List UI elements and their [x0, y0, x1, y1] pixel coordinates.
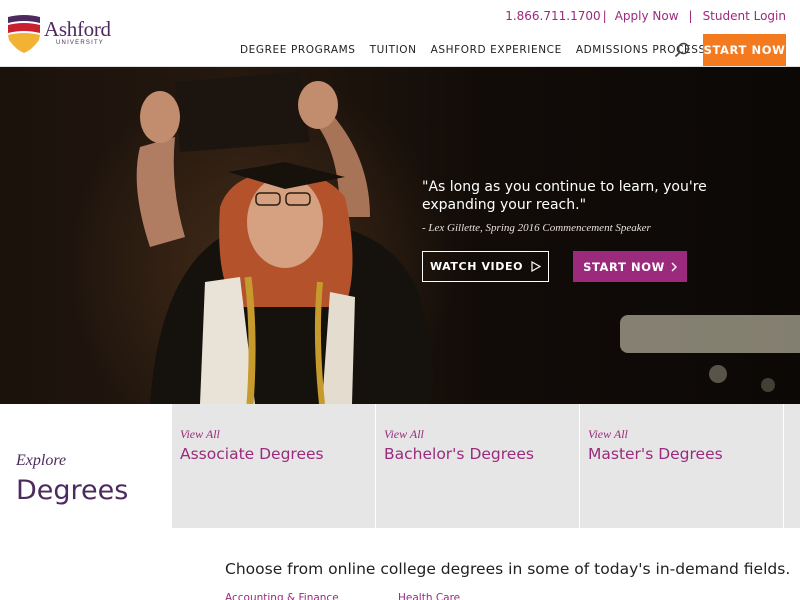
- card-title[interactable]: Associate Degrees: [180, 445, 324, 463]
- explore-label: Explore: [16, 452, 67, 469]
- view-all-link[interactable]: View All: [588, 427, 628, 442]
- card-title[interactable]: Master's Degrees: [588, 445, 723, 463]
- degrees-heading: Degrees: [16, 475, 129, 506]
- masters-degrees-card[interactable]: View All Master's Degrees: [580, 404, 784, 528]
- watch-video-label: WATCH VIDEO: [429, 260, 524, 273]
- associate-degrees-card[interactable]: View All Associate Degrees: [172, 404, 376, 528]
- hero-photo: [136, 72, 800, 404]
- bachelors-degrees-card[interactable]: View All Bachelor's Degrees: [376, 404, 580, 528]
- apply-now-link[interactable]: Apply Now: [615, 9, 679, 23]
- nav-degree-programs[interactable]: DEGREE PROGRAMS: [240, 44, 356, 56]
- field-link-accounting-finance[interactable]: Accounting & Finance: [225, 592, 339, 600]
- view-all-link[interactable]: View All: [180, 427, 220, 442]
- search-icon[interactable]: [674, 42, 690, 58]
- ashford-logo[interactable]: Ashford UNIVERSITY: [6, 14, 118, 54]
- hero-quote: "As long as you continue to learn, you'r…: [422, 179, 707, 213]
- next-card-peek: [784, 404, 800, 528]
- phone-link[interactable]: 1.866.711.1700: [505, 9, 600, 23]
- fields-intro: Choose from online college degrees in so…: [225, 560, 791, 578]
- card-title[interactable]: Bachelor's Degrees: [384, 445, 534, 463]
- divider: |: [602, 9, 607, 23]
- student-login-link[interactable]: Student Login: [703, 9, 786, 23]
- utility-links: 1.866.711.1700 | Apply Now | Student Log…: [505, 9, 786, 23]
- field-link-health-care[interactable]: Health Care: [398, 592, 460, 600]
- view-all-link[interactable]: View All: [384, 427, 424, 442]
- logo-wordmark: Ashford: [44, 17, 111, 41]
- quote-attribution: - Lex Gillette, Spring 2016 Commencement…: [422, 222, 651, 234]
- nav-ashford-experience[interactable]: ASHFORD EXPERIENCE: [431, 44, 562, 56]
- main-nav: DEGREE PROGRAMS TUITION ASHFORD EXPERIEN…: [240, 44, 720, 56]
- hero-banner: "As long as you continue to learn, you'r…: [0, 67, 800, 404]
- header-start-now-button[interactable]: START NOW: [703, 34, 786, 66]
- degree-fields-section: Choose from online college degrees in so…: [0, 528, 800, 600]
- hero-start-now-button[interactable]: START NOW: [573, 251, 687, 282]
- play-icon: [531, 261, 542, 272]
- chevron-right-icon: [671, 262, 677, 271]
- hero-start-now-label: START NOW: [583, 259, 665, 274]
- logo-subtitle: UNIVERSITY: [56, 40, 105, 46]
- shield-logo-icon: [8, 15, 40, 53]
- divider: |: [688, 9, 693, 23]
- site-header: Ashford UNIVERSITY 1.866.711.1700 | Appl…: [0, 0, 800, 67]
- nav-tuition[interactable]: TUITION: [370, 44, 417, 56]
- explore-degrees-section: Explore Degrees View All Associate Degre…: [0, 404, 800, 528]
- watch-video-button[interactable]: WATCH VIDEO: [422, 251, 549, 282]
